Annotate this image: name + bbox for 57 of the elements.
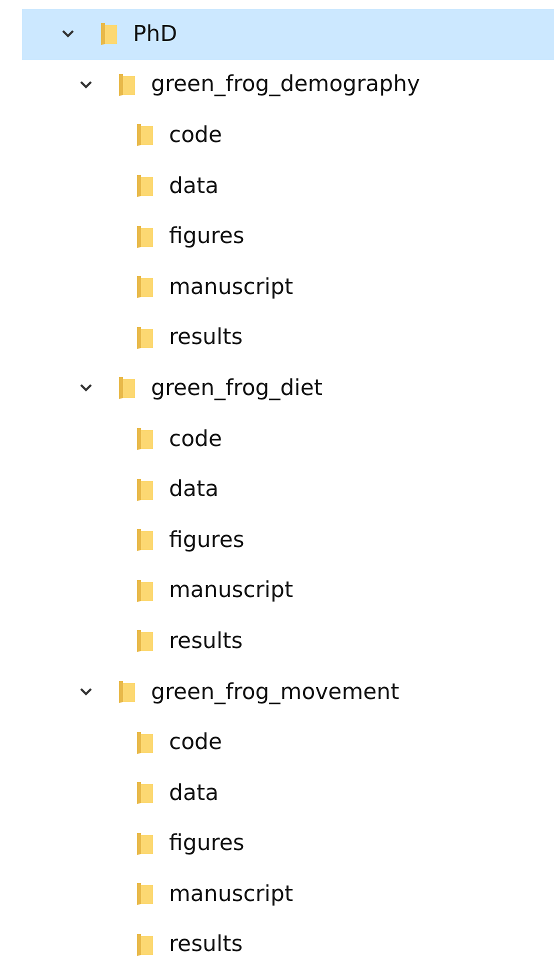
tree-row[interactable]: manuscript <box>22 262 554 313</box>
tree-row[interactable]: PhD <box>22 9 554 60</box>
folder-icon <box>100 22 118 46</box>
folder-icon <box>136 578 154 603</box>
folder-label: manuscript <box>169 880 294 909</box>
folder-label: data <box>169 172 219 201</box>
folder-icon <box>136 932 154 957</box>
folder-label: green_frog_movement <box>151 678 400 707</box>
folder-icon <box>136 123 154 148</box>
folder-label: data <box>169 476 219 504</box>
tree-row[interactable]: green_frog_diet <box>22 363 554 414</box>
folder-icon <box>136 224 154 249</box>
folder-icon <box>136 275 154 300</box>
folder-label: green_frog_diet <box>151 374 323 403</box>
folder-icon <box>136 882 154 906</box>
folder-label: results <box>169 628 243 656</box>
tree-row[interactable]: green_frog_demography <box>22 60 554 110</box>
folder-label: PhD <box>133 20 178 49</box>
folder-label: green_frog_demography <box>151 71 420 100</box>
tree-row[interactable]: code <box>22 717 554 768</box>
tree-row[interactable]: green_frog_movement <box>22 666 554 718</box>
folder-label: code <box>169 729 222 758</box>
folder-icon <box>136 326 154 350</box>
tree-row[interactable]: data <box>22 464 554 515</box>
tree-row[interactable]: figures <box>22 514 554 566</box>
folder-icon <box>136 427 154 452</box>
folder-label: figures <box>169 830 244 858</box>
tree-row[interactable]: data <box>22 768 554 818</box>
folder-icon <box>136 174 154 198</box>
tree-row[interactable]: manuscript <box>22 869 554 920</box>
tree-row[interactable]: results <box>22 616 554 667</box>
tree-row[interactable]: code <box>22 110 554 161</box>
folder-label: code <box>169 426 222 454</box>
folder-label: results <box>169 324 243 352</box>
folder-label: manuscript <box>169 577 294 606</box>
tree-row[interactable]: data <box>22 160 554 212</box>
folder-icon <box>136 528 154 552</box>
folder-icon <box>136 781 154 806</box>
folder-label: data <box>169 780 219 808</box>
tree-row[interactable]: code <box>22 414 554 464</box>
folder-label: figures <box>169 223 244 252</box>
folder-icon <box>136 478 154 502</box>
folder-icon <box>118 376 136 400</box>
folder-icon <box>136 629 154 654</box>
folder-icon <box>136 730 154 755</box>
folder-icon <box>136 832 154 856</box>
tree-row[interactable]: figures <box>22 818 554 870</box>
tree-row[interactable]: manuscript <box>22 566 554 616</box>
tree-row[interactable]: figures <box>22 211 554 262</box>
folder-label: results <box>169 931 243 957</box>
folder-icon <box>118 680 136 704</box>
folder-label: manuscript <box>169 274 294 302</box>
tree-row[interactable]: results <box>22 312 554 364</box>
folder-label: figures <box>169 526 244 555</box>
folder-label: code <box>169 122 222 150</box>
folder-icon <box>118 72 136 97</box>
tree-row[interactable]: results <box>22 920 554 957</box>
